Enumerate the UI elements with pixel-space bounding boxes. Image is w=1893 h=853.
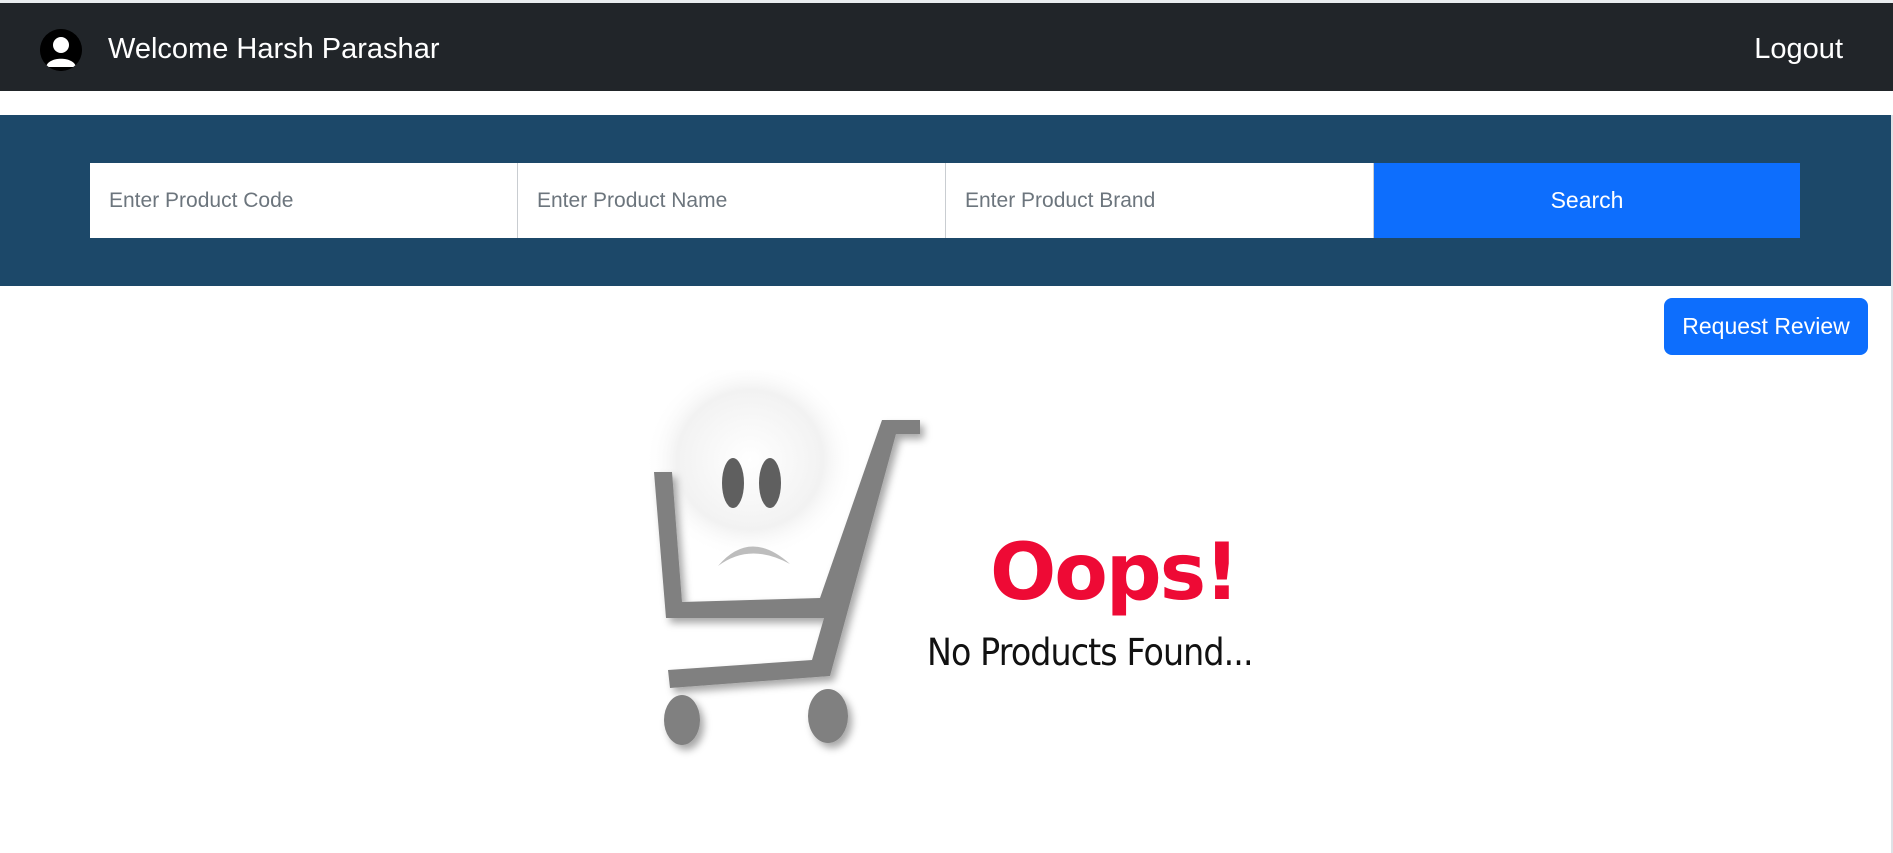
user-avatar-icon (40, 29, 82, 71)
product-brand-input[interactable] (946, 163, 1374, 238)
empty-headline: Oops! (990, 528, 1240, 618)
products-page: Welcome Harsh Parashar Logout Search Req… (0, 0, 1893, 853)
product-code-input[interactable] (90, 163, 518, 238)
search-form: Search (90, 163, 1800, 238)
product-name-input[interactable] (518, 163, 946, 238)
navbar: Welcome Harsh Parashar Logout (0, 3, 1893, 91)
search-band: Search (0, 115, 1893, 286)
welcome-text: Welcome Harsh Parashar (108, 33, 440, 65)
search-button[interactable]: Search (1374, 163, 1800, 238)
empty-message: No Products Found... (927, 631, 1254, 674)
logout-link[interactable]: Logout (1754, 27, 1843, 71)
request-review-button[interactable]: Request Review (1664, 298, 1868, 355)
